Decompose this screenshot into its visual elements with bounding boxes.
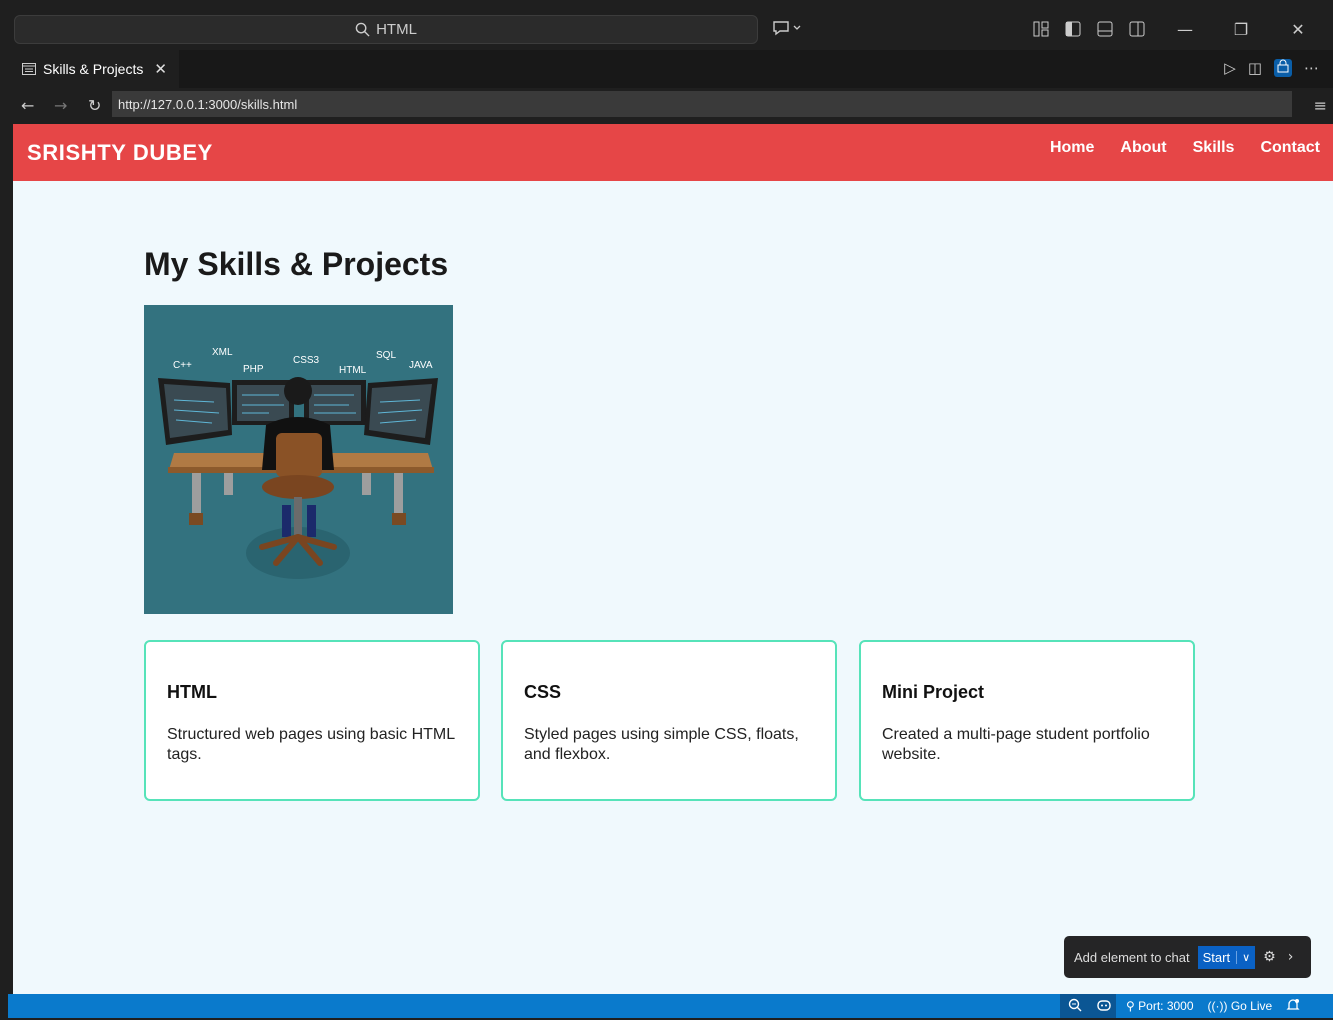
site-navbar: SRISHTY DUBEY Home About Skills Contact	[13, 124, 1333, 181]
hero-label-xml: XML	[212, 347, 233, 358]
card-title: Mini Project	[882, 682, 985, 702]
nav-link-home[interactable]: Home	[1050, 139, 1094, 157]
toggle-panel-icon[interactable]	[1092, 16, 1118, 42]
notifications-icon[interactable]	[1286, 998, 1300, 1015]
browser-preview-icon	[22, 63, 36, 75]
hero-label-cpp: C++	[173, 360, 192, 371]
add-element-to-chat-popup: Add element to chat Start ∨ ⚙ ›	[1064, 936, 1311, 978]
port-label: Port: 3000	[1138, 999, 1194, 1013]
start-label: Start	[1202, 949, 1231, 965]
add-element-label: Add element to chat	[1074, 949, 1190, 965]
run-icon[interactable]: ▷	[1224, 59, 1236, 77]
reload-icon[interactable]: ↻	[88, 96, 101, 115]
live-signal-icon: ((·))	[1207, 999, 1228, 1013]
toggle-sidebar-icon[interactable]	[1060, 16, 1086, 42]
url-input[interactable]: http://127.0.0.1:3000/skills.html	[112, 91, 1292, 117]
minimize-icon[interactable]: —	[1172, 16, 1198, 42]
split-editor-icon[interactable]: ◫	[1248, 59, 1262, 77]
go-live-label: Go Live	[1230, 999, 1273, 1013]
hero-label-php: PHP	[243, 364, 264, 375]
vscode-window: HTML — ❐ ✕ Skills & Projects ✕ ▷ ◫ ⋯ ← →…	[8, 8, 1333, 1020]
start-button[interactable]: Start ∨	[1197, 945, 1256, 969]
nav-link-skills[interactable]: Skills	[1193, 139, 1235, 157]
tab-actions: ▷ ◫ ⋯	[1224, 59, 1319, 77]
card-text: Structured web pages using basic HTML ta…	[167, 726, 455, 763]
editor-tab-bar: Skills & Projects ✕ ▷ ◫ ⋯	[8, 50, 1333, 88]
site-nav-links: Home About Skills Contact	[1050, 139, 1320, 157]
more-actions-icon[interactable]: ⋯	[1304, 59, 1319, 77]
page-viewport: SRISHTY DUBEY Home About Skills Contact …	[13, 124, 1333, 995]
forward-arrow-icon[interactable]: →	[54, 96, 67, 115]
close-tab-icon[interactable]: ✕	[154, 60, 167, 78]
copilot-chat-icon[interactable]	[772, 19, 802, 43]
menu-icon[interactable]: ≡	[1314, 96, 1327, 115]
card-text: Created a multi-page student portfolio w…	[882, 726, 1150, 763]
hero-label-java: JAVA	[409, 360, 433, 371]
restore-icon[interactable]: ❐	[1228, 16, 1254, 42]
title-bar: HTML — ❐ ✕	[8, 8, 1333, 50]
site-brand[interactable]: SRISHTY DUBEY	[27, 140, 213, 166]
settings-gear-icon[interactable]: ⚙	[1263, 949, 1276, 965]
skill-card-css: CSS Styled pages using simple CSS, float…	[501, 640, 837, 801]
command-center[interactable]: HTML	[14, 15, 758, 44]
zoom-out-icon[interactable]	[1068, 998, 1082, 1015]
broadcast-icon: ⚲	[1126, 999, 1135, 1013]
card-title: HTML	[167, 682, 217, 702]
nav-link-about[interactable]: About	[1120, 139, 1166, 157]
browser-address-bar: ← → ↻ http://127.0.0.1:3000/skills.html …	[8, 88, 1333, 124]
nav-link-contact[interactable]: Contact	[1260, 139, 1320, 157]
card-text: Styled pages using simple CSS, floats, a…	[524, 726, 799, 763]
chevron-right-icon[interactable]: ›	[1288, 949, 1294, 965]
back-arrow-icon[interactable]: ←	[21, 96, 34, 115]
card-title: CSS	[524, 682, 562, 702]
chevron-down-icon[interactable]: ∨	[1236, 950, 1250, 964]
page-title: My Skills & Projects	[144, 246, 449, 282]
developer-illustration: XML C++ PHP CSS3 HTML SQL JAVA	[144, 305, 453, 614]
customize-layout-icon[interactable]	[1028, 16, 1054, 42]
port-status[interactable]: ⚲ Port: 3000	[1126, 999, 1194, 1013]
search-icon	[355, 22, 370, 37]
hero-label-html: HTML	[339, 365, 367, 376]
tab-skills-projects[interactable]: Skills & Projects ✕	[8, 50, 179, 88]
hero-label-sql: SQL	[376, 350, 396, 361]
status-bar-items: ⚲ Port: 3000 ((·)) Go Live	[1060, 994, 1300, 1018]
copilot-icon[interactable]	[1096, 998, 1112, 1015]
command-center-text: HTML	[376, 21, 417, 38]
close-window-icon[interactable]: ✕	[1285, 16, 1311, 42]
go-live-status[interactable]: ((·)) Go Live	[1208, 999, 1273, 1013]
toggle-secondary-sidebar-icon[interactable]	[1124, 16, 1150, 42]
lock-icon[interactable]	[1274, 59, 1292, 77]
hero-label-css3: CSS3	[293, 355, 320, 366]
skill-card-mini-project: Mini Project Created a multi-page studen…	[859, 640, 1195, 801]
tab-label: Skills & Projects	[43, 61, 144, 77]
status-bar: ⚲ Port: 3000 ((·)) Go Live	[8, 994, 1333, 1018]
skill-card-html: HTML Structured web pages using basic HT…	[144, 640, 480, 801]
